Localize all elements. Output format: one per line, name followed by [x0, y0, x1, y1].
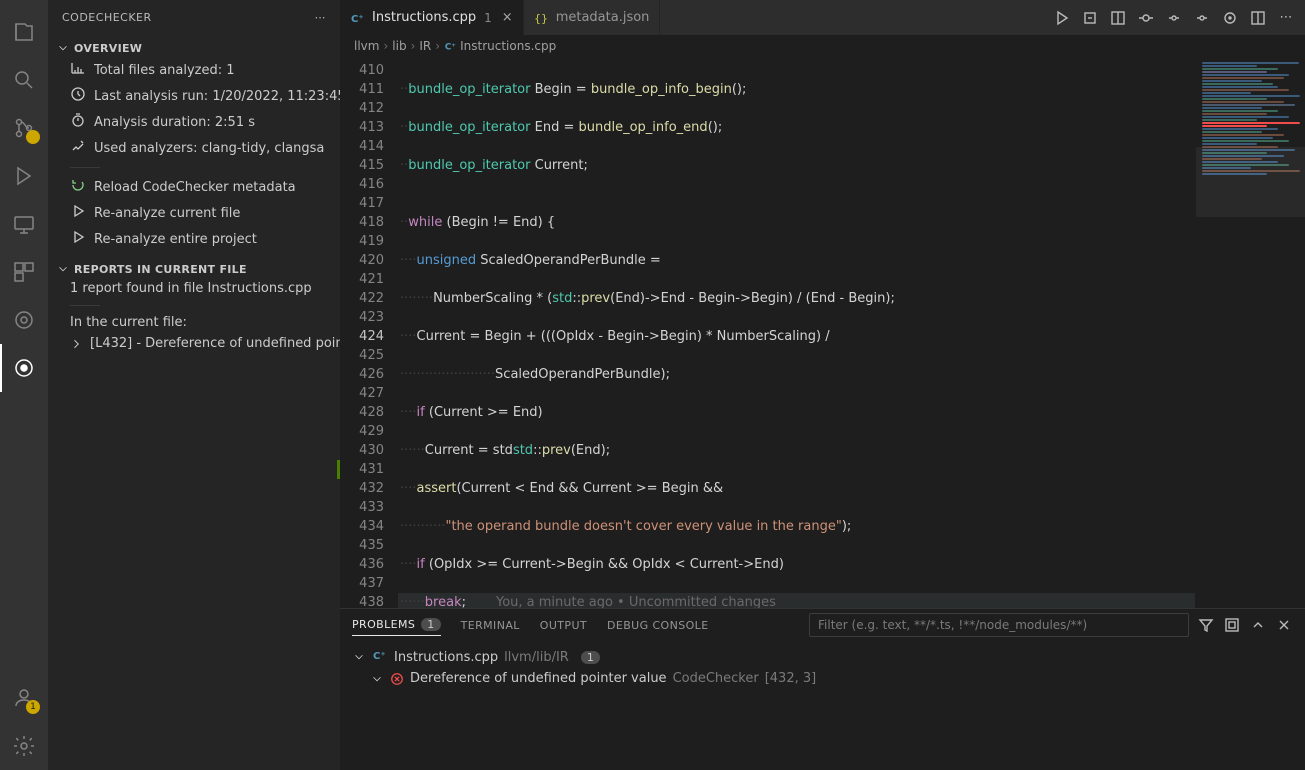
panel-debug-tab[interactable]: DEBUG CONSOLE [607, 615, 709, 636]
tab-instructions-cpp[interactable]: C⁺ Instructions.cpp 1 × [340, 0, 524, 35]
reports-header[interactable]: REPORTS IN CURRENT FILE [48, 260, 340, 278]
run-icon[interactable] [1053, 9, 1071, 27]
sidebar-more-icon[interactable]: ⋯ [315, 11, 327, 24]
problems-file-count: 1 [581, 651, 600, 664]
activity-remote-icon[interactable] [0, 200, 48, 248]
overview-header[interactable]: OVERVIEW [48, 39, 340, 57]
problem-source: CodeChecker [673, 671, 759, 686]
svg-text:C⁺: C⁺ [373, 651, 386, 662]
overview-label: OVERVIEW [74, 42, 142, 55]
activity-run-icon[interactable] [0, 152, 48, 200]
problems-filter-input[interactable] [809, 613, 1189, 637]
panel-tabs: PROBLEMS1 TERMINAL OUTPUT DEBUG CONSOLE [340, 609, 1305, 641]
git-lens: You, a minute ago • Uncommitted changes [496, 595, 776, 608]
editor-actions: ⋯ [1053, 0, 1305, 35]
activity-search-icon[interactable] [0, 56, 48, 104]
svg-text:{}: {} [534, 12, 548, 25]
sidebar-title: CODECHECKER ⋯ [48, 0, 340, 35]
report-item[interactable]: [L432] - Dereference of undefined poin..… [48, 333, 340, 354]
svg-text:C⁺: C⁺ [445, 43, 456, 53]
editor-area: C⁺ Instructions.cpp 1 × {} metadata.json… [340, 0, 1305, 770]
overview-lastrun: Last analysis run: 1/20/2022, 11:23:45 .… [48, 83, 340, 109]
problems-file-name: Instructions.cpp [394, 650, 498, 665]
problem-location: [432, 3] [765, 671, 817, 686]
commit-back-icon[interactable] [1165, 9, 1183, 27]
problems-file-row[interactable]: C⁺ Instructions.cpp llvm/lib/IR 1 [352, 645, 1293, 669]
panel-problems-tab[interactable]: PROBLEMS1 [352, 614, 441, 636]
problems-count-badge: 1 [421, 618, 440, 631]
collapse-icon[interactable] [1223, 616, 1241, 634]
breadcrumb[interactable]: llvm› lib› IR› C⁺ Instructions.cpp [340, 35, 1305, 57]
reports-section: REPORTS IN CURRENT FILE 1 report found i… [48, 256, 340, 358]
account-badge: 1 [26, 700, 40, 714]
panel: PROBLEMS1 TERMINAL OUTPUT DEBUG CONSOLE … [340, 608, 1305, 770]
activity-scm-icon[interactable] [0, 104, 48, 152]
sidebar: CODECHECKER ⋯ OVERVIEW Total files analy… [48, 0, 340, 770]
problems-file-path: llvm/lib/IR [504, 650, 569, 665]
overview-duration: Analysis duration: 2:51 s [48, 109, 340, 135]
close-panel-icon[interactable] [1275, 616, 1293, 634]
overview-analyzers: Used analyzers: clang-tidy, clangsa [48, 135, 340, 161]
filter-icon[interactable] [1197, 616, 1215, 634]
split-icon[interactable] [1109, 9, 1127, 27]
svg-text:C⁺: C⁺ [351, 14, 364, 25]
tab-label: Instructions.cpp [372, 10, 476, 25]
debug-alt-icon[interactable] [1081, 9, 1099, 27]
reports-in-file: In the current file: [48, 312, 340, 333]
editor[interactable]: 4104114124134144154164174184194204214224… [340, 57, 1305, 608]
activity-account-icon[interactable]: 1 [0, 674, 48, 722]
line-numbers: 4104114124134144154164174184194204214224… [340, 57, 398, 608]
scm-badge [26, 130, 40, 144]
overview-section: OVERVIEW Total files analyzed: 1 Last an… [48, 35, 340, 256]
minimap[interactable] [1195, 57, 1305, 608]
activity-liveshare-icon[interactable] [0, 296, 48, 344]
activity-extensions-icon[interactable] [0, 248, 48, 296]
problem-item[interactable]: Dereference of undefined pointer value C… [352, 669, 1293, 688]
target-icon[interactable] [1221, 9, 1239, 27]
problem-message: Dereference of undefined pointer value [410, 671, 667, 686]
tab-metadata-json[interactable]: {} metadata.json [524, 0, 661, 35]
overview-reanalyze-project[interactable]: Re-analyze entire project [48, 226, 340, 252]
activity-bar: 1 [0, 0, 48, 770]
app-root: 1 CODECHECKER ⋯ OVERVIEW Total files ana… [0, 0, 1305, 770]
overview-reanalyze-file[interactable]: Re-analyze current file [48, 200, 340, 226]
chevron-up-icon[interactable] [1249, 616, 1267, 634]
reports-label: REPORTS IN CURRENT FILE [74, 263, 247, 276]
editor-tabs: C⁺ Instructions.cpp 1 × {} metadata.json… [340, 0, 1305, 35]
commit-icon[interactable] [1137, 9, 1155, 27]
overview-total: Total files analyzed: 1 [48, 57, 340, 83]
panel-output-tab[interactable]: OUTPUT [540, 615, 587, 636]
activity-explorer-icon[interactable] [0, 8, 48, 56]
reports-found: 1 report found in file Instructions.cpp [48, 278, 340, 299]
activity-settings-icon[interactable] [0, 722, 48, 770]
problems-list: C⁺ Instructions.cpp llvm/lib/IR 1 Derefe… [340, 641, 1305, 770]
code-content[interactable]: ··bundle_op_iterator Begin = bundle_op_i… [398, 57, 1195, 608]
error-icon [390, 672, 404, 686]
close-icon[interactable]: × [502, 10, 513, 25]
sidebar-title-text: CODECHECKER [62, 11, 152, 24]
tab-label: metadata.json [556, 10, 650, 25]
commit-fwd-icon[interactable] [1193, 9, 1211, 27]
layout-icon[interactable] [1249, 9, 1267, 27]
panel-terminal-tab[interactable]: TERMINAL [461, 615, 520, 636]
overview-reload[interactable]: Reload CodeChecker metadata [48, 174, 340, 200]
activity-codechecker-icon[interactable] [0, 344, 48, 392]
tab-problem-count: 1 [484, 11, 492, 25]
more-icon[interactable]: ⋯ [1277, 9, 1295, 27]
